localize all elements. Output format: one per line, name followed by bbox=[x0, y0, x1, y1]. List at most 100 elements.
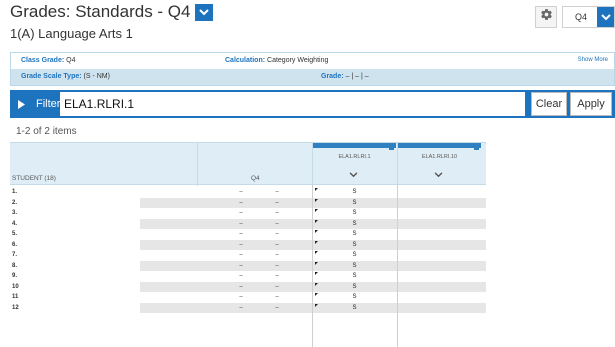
class-grade-value: Q4 bbox=[66, 57, 76, 64]
term-score: – bbox=[275, 262, 279, 269]
page-title: Grades: Standards - Q4 bbox=[10, 2, 191, 21]
term-grade: – bbox=[239, 189, 243, 195]
term-grade: – bbox=[239, 252, 243, 258]
term-score: – bbox=[275, 220, 279, 227]
student-number[interactable]: 7. bbox=[10, 250, 140, 261]
standard-score[interactable]: S bbox=[313, 240, 396, 251]
standard-score[interactable]: S bbox=[313, 229, 396, 240]
student-number[interactable]: 4. bbox=[10, 218, 140, 229]
chevron-down-icon[interactable] bbox=[597, 7, 614, 27]
term-grade: – bbox=[239, 283, 243, 290]
table-row: 10 – – S bbox=[10, 281, 486, 293]
term-grade: – bbox=[239, 262, 243, 269]
grade-value: – | – | – bbox=[345, 73, 369, 80]
grade: Grade: – | – | – bbox=[321, 73, 369, 80]
page-title-wrap: Grades: Standards - Q4 bbox=[10, 2, 214, 22]
standard-name: ELA1.RLRI.10 bbox=[421, 154, 458, 160]
grid-header: STUDENT (18) Q4 ELA1.RLRI.1 ELA1.RLRI.10 bbox=[10, 142, 486, 186]
table-row: 1. – – S bbox=[10, 187, 486, 198]
table-row: 2. – – S bbox=[10, 197, 486, 209]
header-divider bbox=[197, 143, 198, 186]
period-selector[interactable]: Q4 bbox=[562, 6, 615, 28]
term-grade: – bbox=[239, 273, 243, 279]
table-row: 5. – – S bbox=[10, 229, 486, 240]
standard-score[interactable]: S bbox=[313, 271, 396, 282]
gear-icon bbox=[540, 8, 553, 26]
term-grade: – bbox=[239, 231, 243, 237]
table-row: 8. – – S bbox=[10, 260, 486, 272]
standard-flag bbox=[398, 143, 481, 148]
show-more-link[interactable]: Show More bbox=[578, 57, 608, 63]
term-score: – bbox=[275, 252, 279, 258]
grade-scale-value: (S - NM) bbox=[83, 73, 110, 80]
chevron-down-icon[interactable] bbox=[349, 165, 358, 183]
student-number[interactable]: 12 bbox=[10, 302, 140, 313]
items-count: 1-2 of 2 items bbox=[16, 126, 77, 137]
student-number[interactable]: 11 bbox=[10, 292, 140, 303]
apply-button[interactable]: Apply bbox=[570, 92, 612, 116]
term-grade: – bbox=[239, 304, 243, 311]
chevron-down-icon[interactable] bbox=[434, 165, 443, 183]
class-grade-label: Class Grade: bbox=[21, 57, 65, 64]
standard-score[interactable]: S bbox=[313, 303, 396, 314]
settings-button[interactable] bbox=[535, 6, 557, 28]
chevron-down-icon[interactable] bbox=[195, 3, 214, 21]
clear-button[interactable]: Clear bbox=[531, 92, 567, 116]
flag-icon bbox=[389, 143, 394, 150]
term-score: – bbox=[275, 189, 279, 195]
table-row: 7. – – S bbox=[10, 250, 486, 261]
calculation-value: Category Weighting bbox=[267, 57, 329, 64]
expand-filter-icon[interactable] bbox=[10, 99, 32, 109]
student-number[interactable]: 9. bbox=[10, 271, 140, 282]
calculation: Calculation: Category Weighting bbox=[225, 57, 328, 64]
class-grade: Class Grade: Q4 bbox=[21, 57, 75, 64]
student-number[interactable]: 2. bbox=[10, 197, 140, 208]
standard-score[interactable]: S bbox=[313, 219, 396, 230]
standard-score[interactable]: S bbox=[313, 198, 396, 209]
period-selector-value: Q4 bbox=[575, 12, 588, 22]
term-score: – bbox=[275, 273, 279, 279]
standard-name: ELA1.RLRI.1 bbox=[338, 154, 371, 160]
term-grade: – bbox=[239, 294, 243, 300]
standard-score[interactable]: S bbox=[313, 282, 396, 293]
term-grade: – bbox=[239, 220, 243, 227]
filter-label: Filter bbox=[36, 98, 61, 110]
filter-input[interactable] bbox=[60, 92, 525, 116]
table-row: 11 – – S bbox=[10, 292, 486, 303]
grade-label: Grade: bbox=[321, 73, 344, 80]
column-divider bbox=[312, 185, 313, 347]
term-score: – bbox=[275, 241, 279, 248]
standard-score[interactable]: S bbox=[313, 261, 396, 272]
student-number[interactable]: 10 bbox=[10, 281, 140, 292]
student-number[interactable]: 1. bbox=[10, 187, 140, 198]
grade-scale: Grade Scale Type: (S - NM) bbox=[21, 73, 110, 80]
filter-bar: Filter Clear Apply bbox=[10, 90, 615, 118]
standard-score[interactable]: S bbox=[313, 187, 396, 198]
term-score: – bbox=[275, 199, 279, 206]
student-column-header[interactable]: STUDENT (18) bbox=[12, 175, 56, 182]
student-number[interactable]: 6. bbox=[10, 239, 140, 250]
standard-score[interactable]: S bbox=[313, 292, 396, 303]
student-number[interactable]: 3. bbox=[10, 208, 140, 219]
term-grade: – bbox=[239, 210, 243, 216]
calculation-label: Calculation: bbox=[225, 57, 266, 64]
class-info-panel: Class Grade: Q4 Calculation: Category We… bbox=[10, 52, 615, 86]
student-number[interactable]: 5. bbox=[10, 229, 140, 240]
term-score: – bbox=[275, 231, 279, 237]
standard-score[interactable]: S bbox=[313, 208, 396, 219]
term-grade: – bbox=[239, 241, 243, 248]
table-row: 9. – – S bbox=[10, 271, 486, 282]
standard-column-2[interactable]: ELA1.RLRI.10 bbox=[398, 143, 481, 186]
column-divider bbox=[397, 185, 398, 347]
flag-icon bbox=[474, 143, 479, 150]
term-score: – bbox=[275, 304, 279, 311]
student-number[interactable]: 8. bbox=[10, 260, 140, 271]
grades-grid: STUDENT (18) Q4 ELA1.RLRI.1 ELA1.RLRI.10… bbox=[10, 142, 486, 347]
page-subtitle: 1(A) Language Arts 1 bbox=[10, 26, 133, 41]
grade-scale-label: Grade Scale Type: bbox=[21, 73, 82, 80]
standard-column-1[interactable]: ELA1.RLRI.1 bbox=[313, 143, 396, 186]
standard-score[interactable]: S bbox=[313, 250, 396, 261]
table-row: 4. – – S bbox=[10, 218, 486, 230]
table-row: 12 – – S bbox=[10, 302, 486, 314]
term-grade: – bbox=[239, 199, 243, 206]
